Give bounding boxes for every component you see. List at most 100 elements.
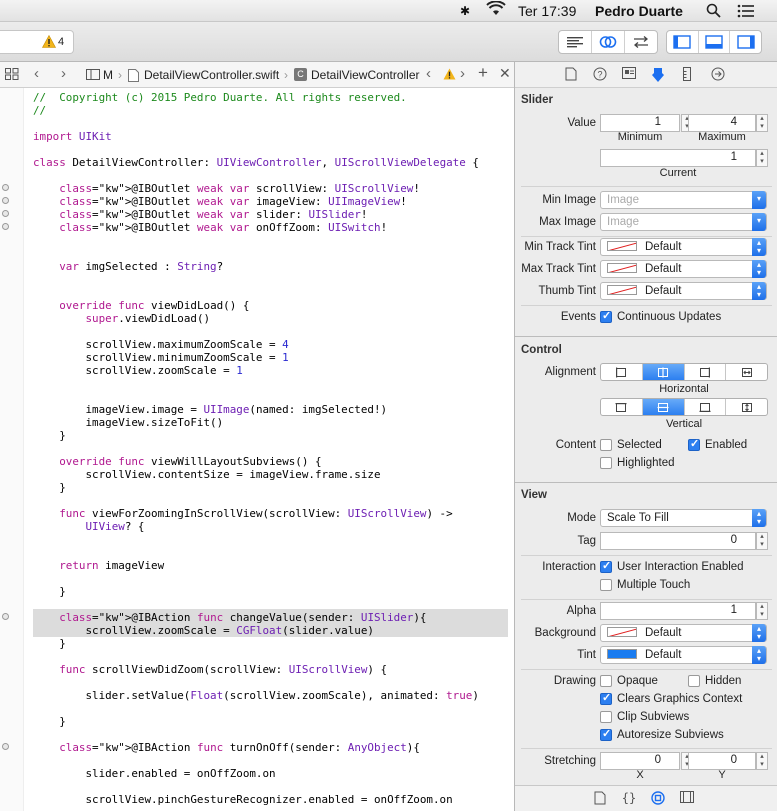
code-line[interactable]: imageView.image = UIImage(named: imgSele… xyxy=(33,403,387,416)
hidden-checkbox[interactable] xyxy=(688,675,700,687)
current-stepper[interactable]: ▴ ▾ xyxy=(756,149,768,167)
continuous-updates-checkbox[interactable] xyxy=(600,309,612,323)
code-line[interactable]: func viewForZoomingInScrollView(scrollVi… xyxy=(33,507,452,520)
connections-inspector-icon[interactable] xyxy=(710,67,726,83)
code-line[interactable]: } xyxy=(33,715,66,728)
prev-issue-chevron-icon[interactable]: ‹ xyxy=(426,65,431,82)
thumb-tint-popup[interactable]: Default ▴ ▾ xyxy=(600,282,767,300)
bluetooth-icon[interactable]: ✱ xyxy=(460,4,470,18)
align-top-button[interactable] xyxy=(601,399,643,415)
code-line[interactable]: imageView.sizeToFit() xyxy=(33,416,223,429)
version-editor-button[interactable] xyxy=(625,31,657,53)
align-middle-button[interactable] xyxy=(642,399,685,415)
stretch-x-field[interactable]: 0 xyxy=(600,752,680,770)
tint-color-popup[interactable]: Default ▴ ▾ xyxy=(600,646,767,664)
assistant-editor-button[interactable] xyxy=(592,31,625,53)
clears-graphics-checkbox[interactable] xyxy=(600,691,612,705)
code-line[interactable]: class="kw">@IBOutlet weak var onOffZoom:… xyxy=(33,221,387,234)
code-line[interactable]: class="kw">@IBAction func turnOnOff(send… xyxy=(33,741,420,754)
file-template-library-icon[interactable] xyxy=(592,791,608,807)
code-snippet-library-icon[interactable]: {} xyxy=(621,791,637,807)
spotlight-search-icon[interactable] xyxy=(706,3,721,21)
navigator-toggle-button[interactable] xyxy=(667,31,699,53)
code-line[interactable]: scrollView.minimumZoomScale = 1 xyxy=(33,351,288,364)
code-line[interactable]: } xyxy=(33,429,66,442)
maximum-stepper[interactable]: ▴ ▾ xyxy=(756,114,768,132)
clip-subviews-checkbox[interactable] xyxy=(600,711,612,723)
stretch-y-field[interactable]: 0 xyxy=(688,752,756,770)
code-line[interactable]: super.viewDidLoad() xyxy=(33,312,210,325)
debug-area-toggle-button[interactable] xyxy=(699,31,731,53)
related-items-icon[interactable] xyxy=(5,68,19,83)
user-name[interactable]: Pedro Duarte xyxy=(595,3,683,19)
code-line[interactable]: scrollView.contentSize = imageView.frame… xyxy=(33,468,380,481)
tag-stepper[interactable]: ▴ ▾ xyxy=(756,532,768,550)
outlet-connection-icon[interactable] xyxy=(2,197,9,204)
code-line[interactable]: override func viewWillLayoutSubviews() { xyxy=(33,455,321,468)
code-line[interactable]: slider.setValue(Float(scrollView.zoomSca… xyxy=(33,689,478,702)
next-issue-chevron-icon[interactable]: › xyxy=(460,65,465,82)
breadcrumb-file[interactable]: DetailViewController.swift xyxy=(144,68,279,82)
alpha-field[interactable]: 1 xyxy=(600,602,756,620)
tag-field[interactable]: 0 xyxy=(600,532,756,550)
action-connection-icon[interactable] xyxy=(2,743,9,750)
code-line[interactable]: scrollView.pinchGestureRecognizer.enable… xyxy=(33,793,452,806)
code-line[interactable]: scrollView.maximumZoomScale = 4 xyxy=(33,338,288,351)
alpha-stepper[interactable]: ▴ ▾ xyxy=(756,602,768,620)
breadcrumb-symbol[interactable]: DetailViewController xyxy=(311,68,420,82)
selected-checkbox[interactable] xyxy=(600,439,612,451)
code-line[interactable]: class DetailViewController: UIViewContro… xyxy=(33,156,479,169)
align-right-button[interactable] xyxy=(685,364,727,380)
outlet-connection-icon[interactable] xyxy=(2,210,9,217)
max-image-combo[interactable]: Image ▾ xyxy=(600,213,767,231)
action-connection-icon[interactable] xyxy=(2,613,9,620)
code-line[interactable]: return imageView xyxy=(33,559,164,572)
breadcrumb-project[interactable]: M xyxy=(103,68,113,82)
stretch-y-stepper[interactable]: ▴ ▾ xyxy=(756,752,768,770)
object-library-icon[interactable] xyxy=(650,791,666,807)
utilities-toggle-button[interactable] xyxy=(730,31,761,53)
code-line[interactable]: UIView? { xyxy=(33,520,144,533)
code-line[interactable]: slider.enabled = onOffZoom.on xyxy=(33,767,275,780)
outlet-connection-icon[interactable] xyxy=(2,223,9,230)
quick-help-icon[interactable]: ? xyxy=(592,67,608,83)
identity-inspector-icon[interactable] xyxy=(621,67,637,83)
autoresize-subviews-checkbox[interactable] xyxy=(600,727,612,741)
code-line[interactable]: } xyxy=(33,585,66,598)
code-line[interactable]: // xyxy=(33,104,46,117)
code-line[interactable]: var imgSelected : String? xyxy=(33,260,223,273)
enabled-checkbox[interactable] xyxy=(688,437,700,451)
code-line[interactable]: // Copyright (c) 2015 Pedro Duarte. All … xyxy=(33,91,407,104)
code-line[interactable]: override func viewDidLoad() { xyxy=(33,299,249,312)
max-track-tint-popup[interactable]: Default ▴ ▾ xyxy=(600,260,767,278)
code-line[interactable]: scrollView.zoomScale = CGFloat(slider.va… xyxy=(33,624,374,637)
current-value-field[interactable]: 1 xyxy=(600,149,756,167)
align-fill-vertical-button[interactable] xyxy=(726,399,767,415)
attributes-inspector-icon[interactable] xyxy=(650,67,666,83)
forward-chevron-icon[interactable]: › xyxy=(61,65,66,82)
opaque-checkbox[interactable] xyxy=(600,675,612,687)
wifi-icon[interactable] xyxy=(486,0,506,20)
source-editor[interactable]: // Copyright (c) 2015 Pedro Duarte. All … xyxy=(0,88,514,811)
code-line[interactable]: } xyxy=(33,481,66,494)
code-line[interactable]: func scrollViewDidZoom(scrollView: UIScr… xyxy=(33,663,387,676)
outlet-connection-icon[interactable] xyxy=(2,184,9,191)
notification-center-icon[interactable] xyxy=(737,4,755,21)
activity-status-box[interactable]: 4 xyxy=(0,30,74,54)
align-bottom-button[interactable] xyxy=(685,399,727,415)
code-line[interactable]: class="kw">@IBAction func changeValue(se… xyxy=(33,611,426,624)
user-interaction-checkbox[interactable] xyxy=(600,559,612,573)
code-line[interactable]: import UIKit xyxy=(33,130,112,143)
size-inspector-icon[interactable] xyxy=(679,67,695,83)
code-line[interactable]: scrollView.zoomScale = 1 xyxy=(33,364,242,377)
add-editor-plus-icon[interactable]: + xyxy=(478,63,488,83)
clock[interactable]: Ter 17:39 xyxy=(518,3,576,19)
highlighted-checkbox[interactable] xyxy=(600,457,612,469)
file-inspector-icon[interactable] xyxy=(563,67,579,83)
close-editor-icon[interactable]: ✕ xyxy=(499,65,511,82)
code-line[interactable]: class="kw">@IBOutlet weak var imageView:… xyxy=(33,195,407,208)
background-color-popup[interactable]: Default ▴ ▾ xyxy=(600,624,767,642)
content-mode-popup[interactable]: Scale To Fill ▴ ▾ xyxy=(600,509,767,527)
align-left-button[interactable] xyxy=(601,364,643,380)
code-line[interactable]: class="kw">@IBOutlet weak var slider: UI… xyxy=(33,208,367,221)
